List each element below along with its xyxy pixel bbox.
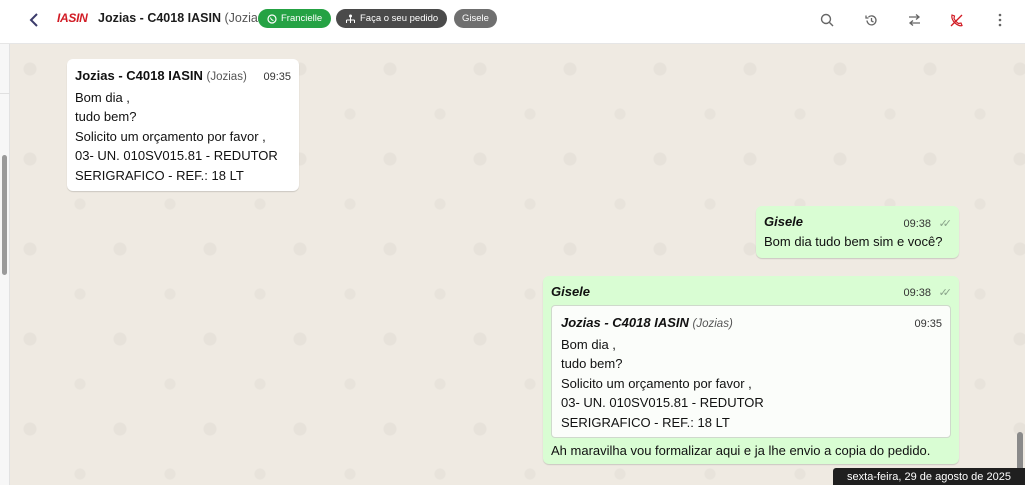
- message-line: Bom dia ,: [561, 336, 616, 352]
- chat-title: Jozias - C4018 IASIN (Jozias): [98, 11, 268, 25]
- more-menu-icon[interactable]: [990, 10, 1010, 30]
- message-line: Bom dia ,: [75, 89, 130, 105]
- history-icon[interactable]: [861, 10, 881, 30]
- message-line: tudo bem?: [561, 356, 623, 371]
- end-call-icon[interactable]: [946, 10, 966, 30]
- sender-alias: (Jozias): [206, 71, 247, 83]
- sender-alias: (Jozias): [692, 318, 733, 330]
- message-line: 03- UN. 010SV015.81 - REDUTOR: [75, 148, 278, 163]
- message-time: 09:38: [903, 218, 931, 230]
- message-sender: Gisele: [551, 284, 591, 299]
- message-sender: Jozias - C4018 IASIN (Jozias): [75, 66, 291, 88]
- message-line: Solicito um orçamento por favor ,: [561, 375, 752, 391]
- left-scrollbar[interactable]: [2, 155, 7, 275]
- read-ticks-icon: ✓✓: [938, 287, 953, 299]
- message-line: 03- UN. 010SV015.81 - REDUTOR: [561, 395, 764, 410]
- message-line: tudo bem?: [75, 109, 137, 124]
- chat-scrollbar[interactable]: [1017, 432, 1023, 472]
- sender-name: Jozias - C4018 IASIN: [561, 315, 689, 330]
- quoted-message[interactable]: Jozias - C4018 IASIN (Jozias) 09:35 Bom …: [551, 305, 951, 438]
- contact-name: Jozias - C4018 IASIN: [98, 11, 221, 25]
- date-separator: sexta-feira, 29 de agosto de 2025: [833, 468, 1025, 485]
- order-tag[interactable]: Faça o seu pedido: [336, 9, 448, 28]
- read-ticks-icon: ✓✓: [938, 218, 953, 230]
- search-icon[interactable]: [817, 10, 837, 30]
- outgoing-message[interactable]: Gisele 09:38 ✓✓ Jozias - C4018 IASIN (Jo…: [543, 276, 959, 464]
- back-arrow-icon[interactable]: [24, 10, 44, 30]
- message-line: SERIGRAFICO - REF.: 18 LT: [75, 167, 244, 183]
- tag-label: Faça o seu pedido: [360, 13, 439, 24]
- message-time: 09:38: [903, 287, 931, 299]
- tag-label: Gisele: [462, 13, 489, 24]
- agent-tag[interactable]: Gisele: [454, 9, 497, 28]
- whatsapp-icon: [267, 13, 277, 24]
- message-line: SERIGRAFICO - REF.: 18 LT: [561, 414, 730, 430]
- incoming-message[interactable]: Jozias - C4018 IASIN (Jozias) 09:35 Bom …: [67, 59, 299, 191]
- chat-header: IASIN Jozias - C4018 IASIN (Jozias) Fran…: [0, 0, 1025, 44]
- message-line: Solicito um orçamento por favor ,: [75, 128, 266, 144]
- message-time: 09:35: [263, 71, 291, 83]
- sender-name: Jozias - C4018 IASIN: [75, 68, 203, 83]
- brand-logo: IASIN: [57, 11, 88, 25]
- quoted-text: Bom dia , tudo bem? Solicito um orçament…: [561, 335, 941, 433]
- quoted-sender: Jozias - C4018 IASIN (Jozias): [561, 313, 941, 335]
- quoted-time: 09:35: [914, 318, 942, 330]
- whatsapp-channel-tag[interactable]: Francielle: [258, 9, 332, 28]
- network-icon: [346, 14, 355, 23]
- tag-label: Francielle: [281, 13, 323, 24]
- transfer-icon[interactable]: [904, 10, 924, 30]
- outgoing-message[interactable]: Gisele 09:38 ✓✓ Bom dia tudo bem sim e v…: [756, 206, 959, 258]
- message-text: Ah maravilha vou formalizar aqui e ja lh…: [551, 443, 931, 458]
- message-text: Bom dia , tudo bem? Solicito um orçament…: [75, 88, 291, 186]
